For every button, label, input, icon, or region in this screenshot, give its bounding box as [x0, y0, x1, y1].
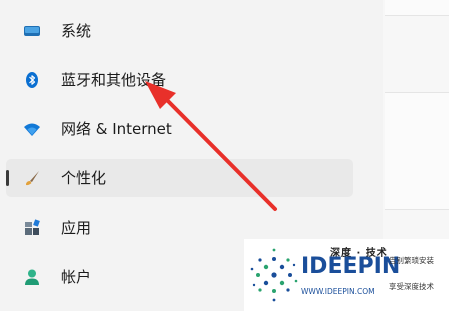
- sidebar-item-bluetooth[interactable]: 蓝牙和其他设备: [6, 61, 353, 99]
- watermark-url: WWW.IDEEPIN.COM: [301, 287, 375, 296]
- sidebar-item-label: 帐户: [61, 268, 92, 286]
- wifi-icon: [24, 123, 40, 136]
- sidebar-item-label: 网络 & Internet: [61, 120, 172, 138]
- person-icon: [25, 269, 39, 285]
- watermark-slogan-1: 告别繁琐安装: [389, 256, 434, 265]
- sidebar-item-label: 系统: [61, 22, 92, 40]
- sidebar-item-label: 应用: [61, 219, 92, 237]
- sidebar-item-personalization[interactable]: 个性化: [6, 159, 353, 197]
- sidebar-item-label: 蓝牙和其他设备: [61, 71, 167, 89]
- watermark-slogan-2: 享受深度技术: [389, 282, 434, 291]
- selection-indicator: [6, 170, 9, 186]
- monitor-icon: [24, 26, 40, 36]
- sidebar-item-system[interactable]: 系统: [6, 12, 353, 50]
- sidebar-item-label: 个性化: [61, 169, 107, 187]
- content-card[interactable]: [385, 0, 449, 16]
- ideepin-logo-icon: [250, 248, 298, 302]
- watermark: 深度 · 技术 IDEEPIN WWW.IDEEPIN.COM 告别繁琐安装 享…: [244, 239, 449, 311]
- bluetooth-icon: [26, 72, 38, 88]
- apps-icon: [25, 219, 40, 235]
- paintbrush-icon: [26, 171, 39, 186]
- content-card[interactable]: [385, 92, 449, 210]
- sidebar-item-network[interactable]: 网络 & Internet: [6, 110, 353, 148]
- watermark-brand: IDEEPIN: [301, 254, 401, 279]
